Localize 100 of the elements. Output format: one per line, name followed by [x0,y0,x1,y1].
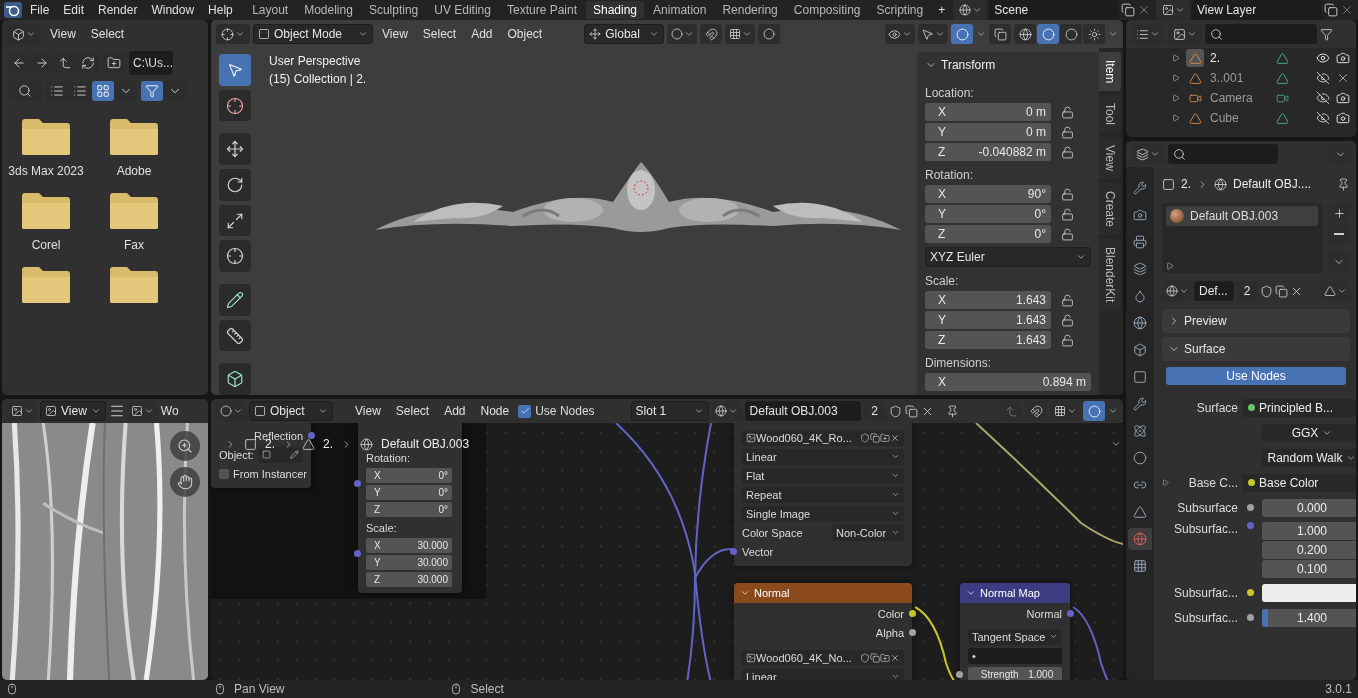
number-field[interactable]: X 0.894 m [925,373,1091,391]
folder-name[interactable]: Corel [31,238,61,252]
material-name-field[interactable]: Def... [1194,281,1234,301]
menu-item[interactable]: View [349,404,387,418]
number-field[interactable]: Y 30.000 [366,555,452,570]
number-field[interactable]: Y 0° [925,205,1051,223]
sidebar-tab[interactable]: Tool [1099,95,1121,134]
option-dropdown[interactable]: Random Walk [1262,448,1356,467]
folder-name[interactable]: Fax [124,238,144,252]
material-slot[interactable]: Default OBJ.003 [1166,206,1318,226]
number-field[interactable]: Z 0° [366,502,452,517]
path-field[interactable]: C:\Us... [129,51,173,75]
option-dropdown[interactable]: Single Image [742,505,904,522]
menu-item[interactable]: Select [389,404,436,418]
menu-item[interactable]: View [376,27,414,41]
workspace-tab[interactable]: Scripting [869,1,931,19]
number-field[interactable]: X 0 m [925,103,1051,121]
option-dropdown[interactable]: Flat [742,467,904,484]
number-field[interactable]: X 0° [366,468,452,483]
number-field[interactable]: 0.000 [1262,498,1356,517]
number-field[interactable]: 0.200 [1262,541,1356,559]
shader-type-dropdown[interactable]: Object [249,401,333,421]
menu-item[interactable]: Select [416,27,463,41]
from-instancer-checkbox[interactable]: From Instancer [219,467,307,480]
material-name-field[interactable]: Default OBJ.003 [744,401,861,421]
menu-item[interactable]: Object [501,27,549,41]
uv-map-field[interactable]: • [968,647,1062,664]
menu-item[interactable]: Edit [57,3,91,17]
scene-field[interactable]: Scene [989,0,1120,20]
outliner-item-name[interactable]: 3..001 [1210,71,1270,85]
number-field[interactable]: Z -0.040882 m [925,143,1051,161]
workspace-tab[interactable]: Rendering [715,1,785,19]
option-dropdown[interactable]: GGX [1262,423,1356,442]
panel-title[interactable]: Preview [1184,314,1227,328]
option-dropdown[interactable]: Repeat [742,486,904,503]
slot-dropdown[interactable]: Slot 1 [630,401,709,421]
sidebar-tab[interactable]: Item [1099,52,1121,92]
sidebar-tab[interactable]: Create [1099,183,1121,236]
view-menu[interactable]: View [40,401,106,421]
breadcrumb-item[interactable]: Default OBJ.003 [381,437,470,451]
option-dropdown[interactable]: Linear [742,668,904,680]
number-field[interactable]: X 30.000 [366,538,452,553]
number-field[interactable]: 0.100 [1262,560,1356,578]
view-layer-field[interactable]: View Layer [1192,0,1322,20]
workspace-tab[interactable]: Modeling [297,1,360,19]
workspace-tab[interactable]: Shading [586,1,645,19]
panel-title[interactable]: Transform [941,57,996,72]
menu-item[interactable]: View [44,27,82,41]
number-field[interactable]: Y 1.643 [925,311,1051,329]
panel-title[interactable]: Surface [1184,342,1226,356]
folder-name[interactable]: 3ds Max 2023 [8,164,84,178]
number-field[interactable]: X 90° [925,185,1051,203]
sidebar-tab[interactable]: View [1099,137,1121,180]
breadcrumb-item[interactable]: Default OBJ.... [1233,177,1312,191]
workspace-tab[interactable]: Animation [646,1,714,19]
menu-item[interactable]: Render [92,3,144,17]
image-name-field[interactable]: Wo [160,404,179,418]
image-field[interactable]: Wood060_4K_Ro... [742,429,904,446]
rotation-mode-dropdown[interactable]: XYZ Euler [925,247,1091,267]
number-field[interactable]: 1.000 [1262,522,1356,540]
workspace-tab[interactable]: Compositing [786,1,868,19]
option-dropdown[interactable]: Linear [742,448,904,465]
number-field[interactable]: Z 1.643 [925,331,1051,349]
menu-item[interactable]: Node [474,404,516,418]
workspace-tab[interactable]: Sculpting [361,1,426,19]
menu-item[interactable]: Add [465,27,499,41]
folder-name[interactable]: Adobe [116,164,152,178]
workspace-tab[interactable]: UV Editing [427,1,498,19]
socket-value[interactable]: Principled B... [1242,398,1356,417]
number-field[interactable]: Y 0° [366,485,452,500]
breadcrumb-item[interactable]: 2. [1181,177,1191,191]
menu-item[interactable]: Window [145,3,201,17]
use-nodes-button[interactable]: Use Nodes [1166,367,1346,385]
node-title[interactable]: Normal [754,587,790,599]
mode-dropdown[interactable]: Object Mode [253,24,373,44]
space-dropdown[interactable]: Tangent Space [968,628,1062,645]
orientation-dropdown[interactable]: Global [584,24,665,44]
number-field[interactable]: Z 0° [925,225,1051,243]
menu-item[interactable]: File [24,3,56,17]
strength-field[interactable]: Strength 1.000 [968,667,1062,680]
menu-item[interactable]: Add [438,404,472,418]
number-field[interactable]: X 1.643 [925,291,1051,309]
slider-field[interactable]: 1.400 [1262,608,1356,627]
menu-item[interactable]: Select [84,27,131,41]
use-nodes-checkbox[interactable]: Use Nodes [518,404,595,418]
user-count-button[interactable]: 2 [863,401,886,421]
socket-value[interactable]: Base Color [1242,473,1356,492]
image-field[interactable]: Wood060_4K_No... [742,649,904,666]
number-field[interactable]: Z 30.000 [366,572,452,587]
number-field[interactable]: Y 0 m [925,123,1051,141]
breadcrumb-item[interactable]: 2. [323,437,334,451]
workspace-tab[interactable]: Layout [245,1,296,19]
user-count-button[interactable]: 2 [1236,281,1258,301]
workspace-tab[interactable]: Texture Paint [499,1,584,19]
outliner-item-name[interactable]: Cube [1210,111,1270,125]
color-space-dropdown[interactable]: Non-Color [832,524,904,541]
sidebar-tab[interactable]: BlenderKit [1099,239,1121,311]
outliner-item-name[interactable]: Camera [1210,91,1270,105]
menu-item[interactable]: Help [202,3,239,17]
add-workspace-button[interactable]: + [932,3,952,17]
